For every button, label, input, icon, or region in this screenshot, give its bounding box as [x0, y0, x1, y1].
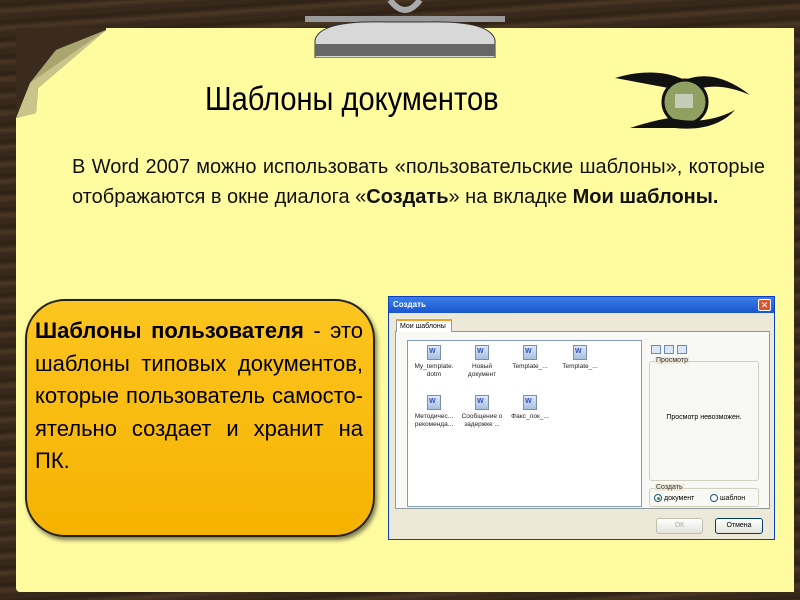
- intro-paragraph: В Word 2007 можно использовать «пользова…: [72, 152, 765, 212]
- cancel-button[interactable]: Отмена: [715, 518, 763, 534]
- create-group: Создать документ шаблон: [649, 484, 759, 507]
- item-label: Новый документ: [467, 363, 497, 378]
- template-item[interactable]: Template_...: [506, 345, 554, 371]
- template-item[interactable]: Template_...: [556, 345, 604, 371]
- details-view-icon[interactable]: [677, 345, 687, 354]
- radio-document[interactable]: документ: [654, 494, 694, 502]
- item-label: Факс_лок_...: [511, 413, 549, 420]
- page-curl-decoration: [16, 28, 106, 118]
- eye-icon: [615, 72, 750, 129]
- intro-text-2: » на вкладке: [448, 186, 573, 208]
- tab-my-templates[interactable]: Мои шаблоны: [396, 319, 452, 332]
- create-dialog: Создать ✕ Мои шаблоны My_template. dotm …: [388, 296, 775, 540]
- dialog-titlebar: Создать: [389, 297, 774, 313]
- word-template-icon: [427, 395, 441, 410]
- word-document-icon: [475, 395, 489, 410]
- word-template-icon: [523, 395, 537, 410]
- dialog-title: Создать: [393, 300, 426, 309]
- item-label: My_template. dotm: [414, 363, 454, 378]
- radio-label: шаблон: [720, 494, 746, 502]
- word-document-icon: [523, 345, 537, 360]
- close-icon[interactable]: ✕: [758, 299, 771, 311]
- ok-button[interactable]: ОК: [656, 518, 703, 534]
- preview-group: Просмотр Просмотр невозможен.: [649, 357, 759, 481]
- template-item[interactable]: My_template. dotm: [410, 345, 458, 379]
- create-label: Создать: [655, 484, 684, 491]
- binder-clip-icon: [305, 0, 505, 58]
- definition-callout: Шаблоны пользователя - это шаблоны типов…: [25, 299, 375, 537]
- item-label: Template_...: [512, 363, 548, 370]
- word-template-icon: [427, 345, 441, 360]
- template-item[interactable]: Факс_лок_...: [506, 395, 554, 421]
- intro-bold-create: Создать: [366, 186, 449, 208]
- view-buttons: [651, 345, 687, 354]
- radio-selected-icon: [654, 494, 662, 502]
- radio-template[interactable]: шаблон: [710, 494, 745, 502]
- template-list: My_template. dotm Новый документ Templat…: [407, 340, 642, 507]
- large-icons-view-icon[interactable]: [651, 345, 661, 354]
- preview-label: Просмотр: [655, 357, 689, 364]
- item-label: Методичес... рекоменда...: [414, 413, 454, 428]
- word-template-icon: [475, 345, 489, 360]
- callout-term: Шаблоны пользователя: [35, 318, 304, 343]
- preview-text: Просмотр невозможен.: [666, 414, 742, 421]
- intro-bold-my-templates: Мои шаблоны.: [572, 186, 719, 208]
- word-template-icon: [573, 345, 587, 360]
- list-view-icon[interactable]: [664, 345, 674, 354]
- radio-icon: [710, 494, 718, 502]
- template-item[interactable]: Новый документ: [458, 345, 506, 379]
- item-label: Сообщение о задержке ...: [461, 413, 503, 428]
- template-item[interactable]: Методичес... рекоменда...: [410, 395, 458, 429]
- template-item[interactable]: Сообщение о задержке ...: [458, 395, 506, 429]
- slide-title: Шаблоны документов: [205, 80, 499, 117]
- item-label: Template_...: [562, 363, 598, 370]
- radio-label: документ: [664, 494, 695, 502]
